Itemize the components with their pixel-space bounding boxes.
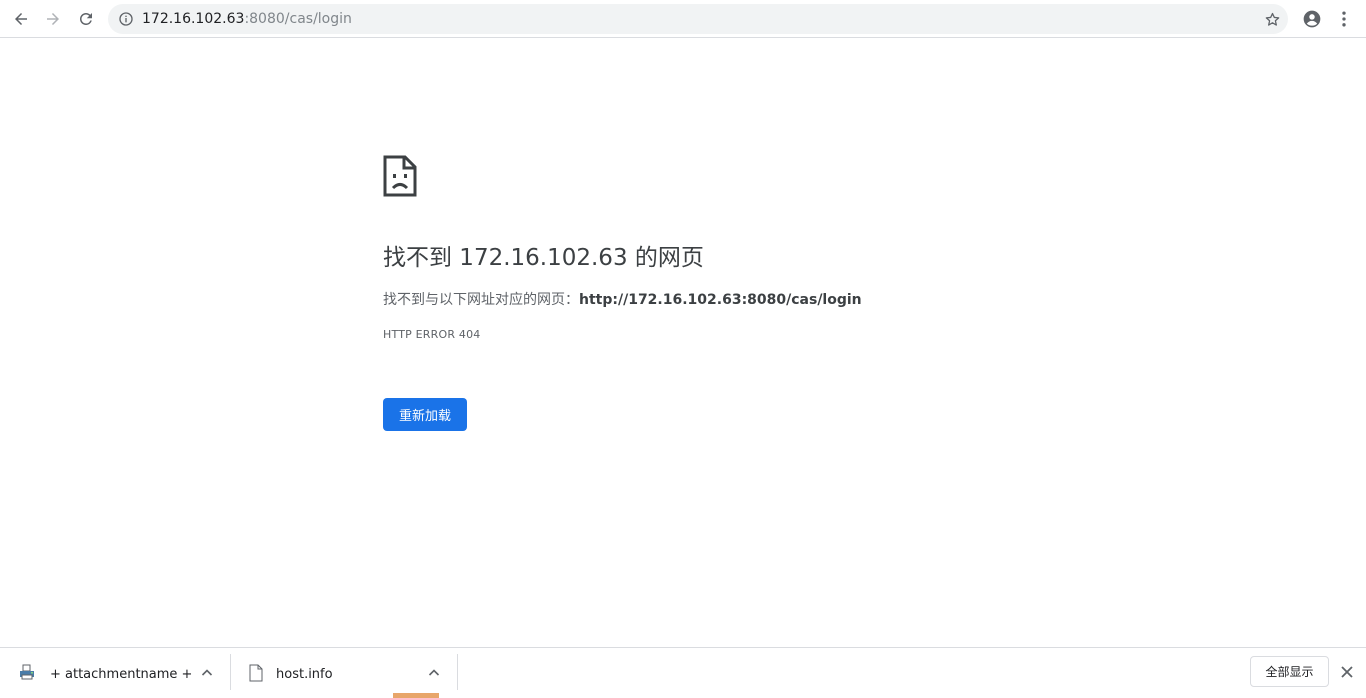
error-description-url: http://172.16.102.63:8080/cas/login bbox=[579, 292, 862, 308]
download-item[interactable]: host.info bbox=[231, 654, 457, 694]
download-item[interactable]: + attachmentname + bbox=[0, 654, 230, 694]
error-description-prefix: 找不到与以下网址对应的网页： bbox=[383, 292, 579, 308]
file-icon bbox=[249, 664, 263, 682]
url-path: :8080/cas/login bbox=[244, 11, 352, 27]
star-icon bbox=[1265, 12, 1279, 26]
taskbar-indicator bbox=[393, 693, 439, 698]
download-separator bbox=[457, 654, 458, 690]
chevron-up-icon[interactable] bbox=[427, 666, 441, 680]
vertical-dots-icon bbox=[1342, 11, 1346, 27]
reload-page-button[interactable]: 重新加载 bbox=[383, 398, 467, 431]
browser-toolbar: 172.16.102.63:8080/cas/login bbox=[0, 0, 1366, 38]
back-button[interactable] bbox=[7, 5, 35, 33]
error-title: 找不到 172.16.102.63 的网页 bbox=[383, 245, 704, 271]
sad-document-icon bbox=[383, 155, 417, 197]
error-code: HTTP ERROR 404 bbox=[383, 328, 481, 341]
reload-button[interactable] bbox=[72, 5, 100, 33]
back-arrow-icon bbox=[15, 13, 27, 25]
profile-button[interactable] bbox=[1298, 5, 1326, 33]
forward-button[interactable] bbox=[39, 5, 67, 33]
error-description: 找不到与以下网址对应的网页：http://172.16.102.63:8080/… bbox=[383, 290, 862, 310]
printer-file-icon bbox=[20, 664, 34, 680]
forward-arrow-icon bbox=[47, 13, 59, 25]
show-all-downloads-button[interactable]: 全部显示 bbox=[1250, 656, 1329, 687]
account-circle-icon bbox=[1303, 10, 1321, 28]
menu-button[interactable] bbox=[1330, 5, 1358, 33]
reload-icon bbox=[80, 12, 92, 25]
url-host: 172.16.102.63 bbox=[142, 11, 245, 27]
info-icon[interactable] bbox=[118, 11, 134, 27]
url-text[interactable]: 172.16.102.63:8080/cas/login bbox=[142, 11, 352, 27]
chevron-up-icon[interactable] bbox=[200, 666, 214, 680]
download-item-name: + attachmentname + bbox=[50, 667, 193, 682]
download-item-name: host.info bbox=[276, 667, 333, 682]
download-shelf: + attachmentname + host.info 全部显示 bbox=[0, 647, 1366, 698]
bookmark-button[interactable] bbox=[1262, 9, 1282, 29]
address-bar[interactable]: 172.16.102.63:8080/cas/login bbox=[108, 4, 1288, 34]
close-icon[interactable] bbox=[1338, 663, 1356, 681]
